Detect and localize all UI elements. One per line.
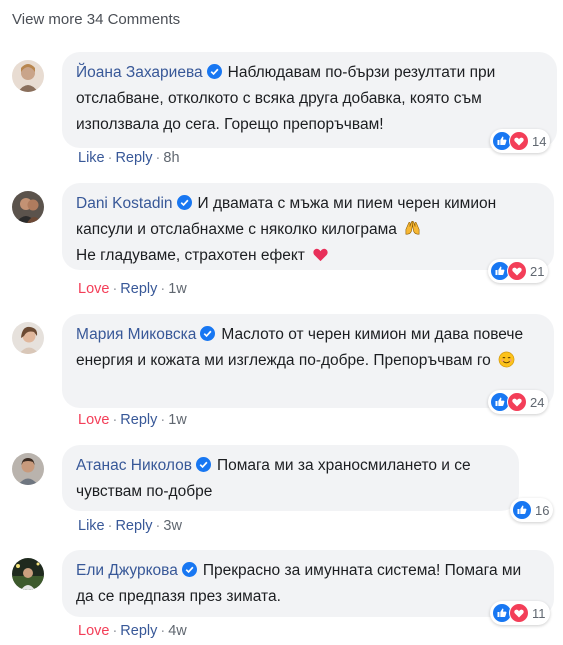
love-icon	[509, 131, 529, 151]
love-icon	[509, 603, 529, 623]
verified-badge-icon	[200, 326, 216, 341]
reaction-count: 21	[530, 263, 545, 279]
timestamp[interactable]: 4w	[168, 623, 187, 639]
reaction-count: 24	[530, 394, 545, 410]
verified-badge-icon	[176, 195, 192, 210]
love-icon	[507, 261, 527, 281]
view-more-comments-link[interactable]: View more 34 Comments	[12, 11, 180, 28]
smiling-face-emoji-icon	[498, 351, 515, 368]
avatar[interactable]	[12, 558, 44, 590]
comment-actions: Love · Reply · 1w	[78, 281, 187, 297]
raising-hands-emoji-icon	[405, 221, 420, 235]
reply-button[interactable]: Reply	[120, 281, 157, 297]
comment-bubble: Йоана Захариева Наблюдавам по-бързи резул…	[62, 52, 557, 148]
verified-badge-icon	[181, 562, 197, 577]
author-name[interactable]: Атанас Николов	[76, 457, 192, 474]
reply-button[interactable]: Reply	[120, 623, 157, 639]
verified-badge-icon	[206, 64, 222, 79]
love-icon	[507, 392, 527, 412]
reactions-summary[interactable]: 24	[488, 390, 549, 414]
avatar[interactable]	[12, 453, 44, 485]
avatar[interactable]	[12, 191, 44, 223]
comment-bubble: Мария Миковска Маслото от черен кимион ми…	[62, 314, 554, 408]
timestamp[interactable]: 8h	[163, 150, 179, 166]
timestamp[interactable]: 1w	[168, 412, 187, 428]
like-icon	[512, 500, 532, 520]
comment-actions: Like · Reply · 3w	[78, 518, 182, 534]
comment-actions: Love · Reply · 1w	[78, 412, 187, 428]
like-button[interactable]: Like	[78, 518, 105, 534]
reaction-count: 11	[532, 605, 546, 621]
love-button[interactable]: Love	[78, 281, 109, 297]
love-button[interactable]: Love	[78, 623, 109, 639]
comment-actions: Like · Reply · 8h	[78, 150, 180, 166]
reactions-summary[interactable]: 21	[488, 259, 549, 283]
love-button[interactable]: Love	[78, 412, 109, 428]
author-name[interactable]: Мария Миковска	[76, 326, 196, 343]
reply-button[interactable]: Reply	[115, 518, 152, 534]
heart-emoji-icon	[313, 248, 328, 262]
comment-bubble: Dani Kostadin И двамата с мъжа ми пием че…	[62, 183, 554, 270]
reaction-count: 14	[532, 133, 547, 149]
comment-text-line: Не гладуваме, страхотен ефект	[76, 247, 305, 264]
like-button[interactable]: Like	[78, 150, 105, 166]
avatar[interactable]	[12, 322, 44, 354]
timestamp[interactable]: 3w	[163, 518, 182, 534]
comment-bubble: Ели Джуркова Прекрасно за имунната систем…	[62, 550, 554, 617]
comment-actions: Love · Reply · 4w	[78, 623, 187, 639]
reactions-summary[interactable]: 16	[510, 498, 554, 522]
reactions-summary[interactable]: 14	[490, 129, 551, 153]
avatar[interactable]	[12, 60, 44, 92]
author-name[interactable]: Ели Джуркова	[76, 562, 178, 579]
reactions-summary[interactable]: 11	[490, 601, 550, 625]
reply-button[interactable]: Reply	[115, 150, 152, 166]
timestamp[interactable]: 1w	[168, 281, 187, 297]
author-name[interactable]: Йоана Захариева	[76, 64, 203, 81]
author-name[interactable]: Dani Kostadin	[76, 195, 173, 212]
verified-badge-icon	[195, 457, 211, 472]
reaction-count: 16	[535, 502, 550, 518]
comment-bubble: Атанас Николов Помага ми за храносмиланет…	[62, 445, 519, 511]
reply-button[interactable]: Reply	[120, 412, 157, 428]
